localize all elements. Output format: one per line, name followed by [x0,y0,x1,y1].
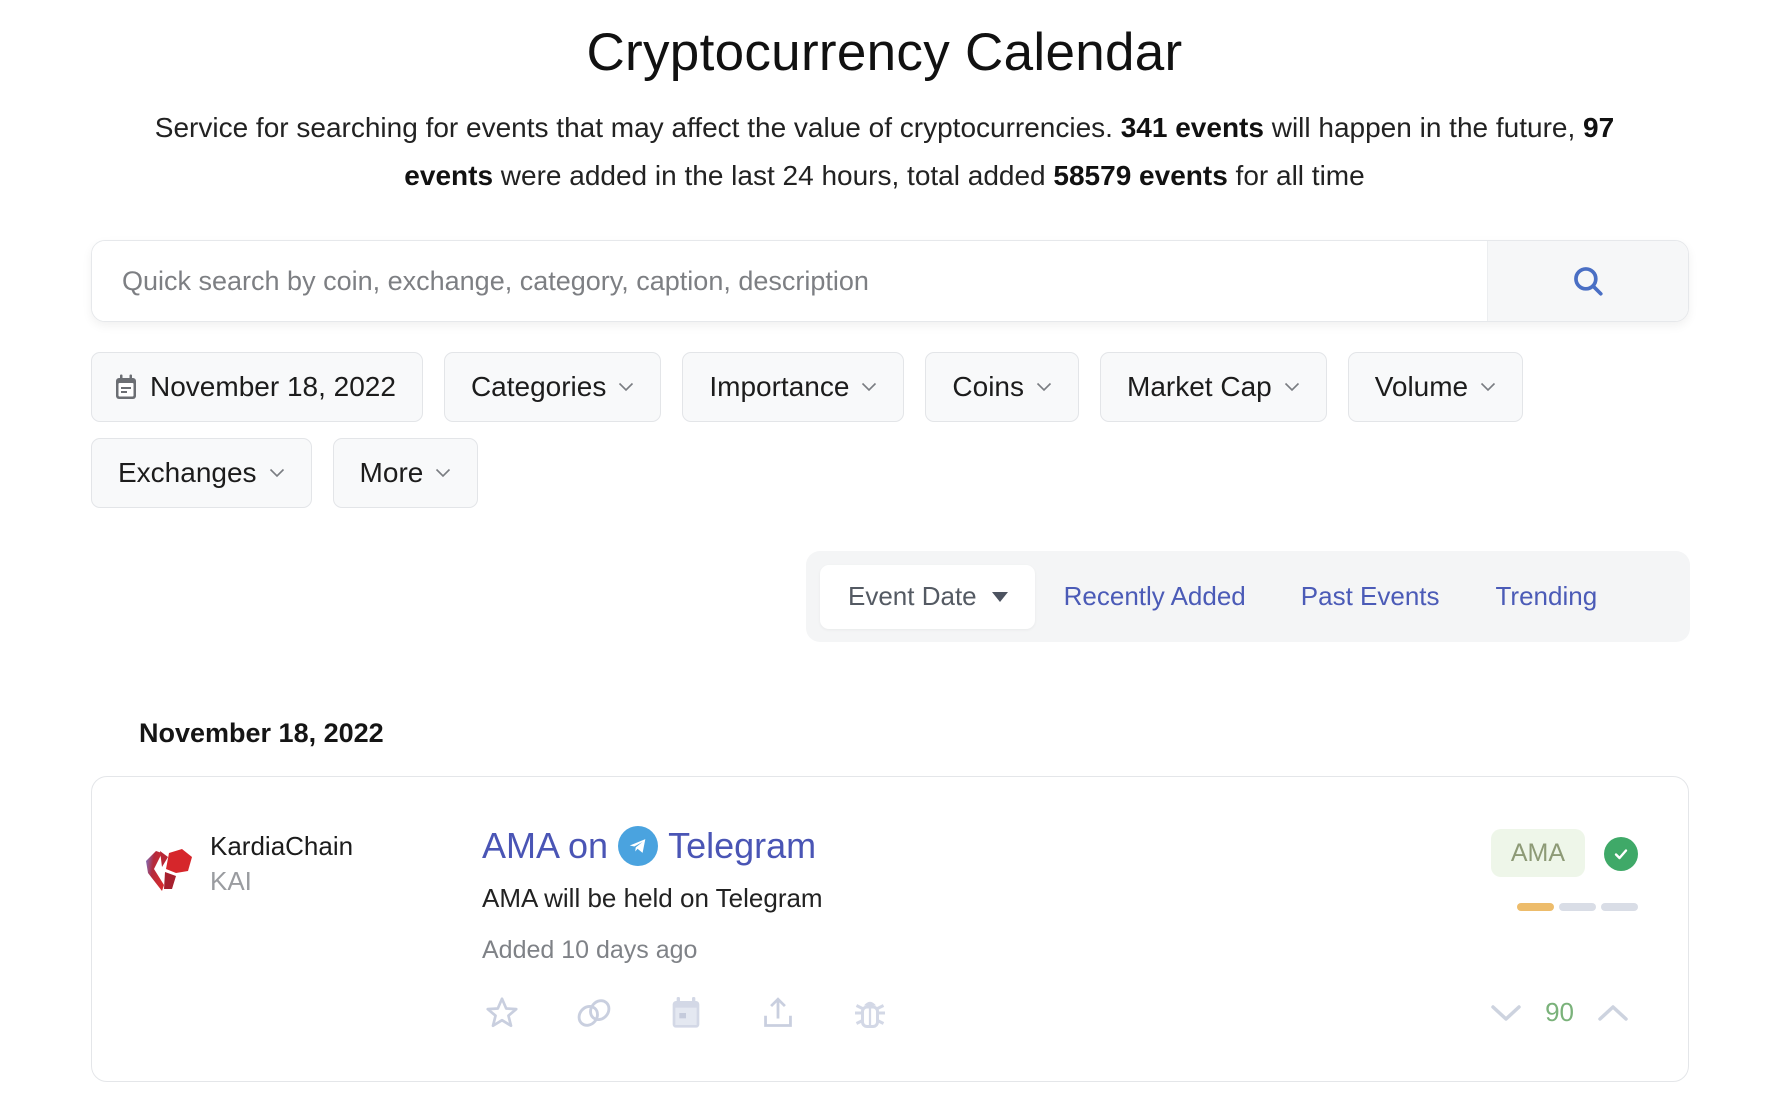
search-icon [1574,267,1603,296]
chevron-down-icon [1491,1004,1521,1021]
share-button[interactable] [758,993,798,1033]
exchanges-filter-button[interactable]: Exchanges [91,438,312,508]
categories-filter-button[interactable]: Categories [443,352,662,422]
chevron-down-icon [1036,382,1052,392]
importance-segment [1601,903,1638,911]
chevron-down-icon [269,468,284,478]
market-cap-filter-button[interactable]: Market Cap [1100,352,1327,422]
favorite-button[interactable] [482,993,522,1033]
total-events-count: 58579 events [1053,160,1228,191]
importance-filter-label: Importance [709,371,850,402]
tab-label: Trending [1495,581,1598,611]
search-button[interactable] [1487,241,1688,321]
kardiachain-logo-icon [146,849,192,891]
event-title-prefix: AMA on [482,825,609,866]
category-badge[interactable]: AMA [1490,829,1585,877]
event-title-platform: Telegram [668,825,817,866]
date-filter-label: November 18, 2022 [150,371,396,402]
market-cap-filter-label: Market Cap [1127,371,1272,402]
coin-symbol: KAI [210,866,252,896]
vote-count: 90 [1545,997,1574,1027]
chevron-down-icon [436,468,451,478]
sort-tabs: Event Date Recently Added Past Events Tr… [806,551,1690,642]
telegram-icon [618,826,659,866]
tab-event-date[interactable]: Event Date [820,564,1035,629]
calendar-icon [116,374,136,399]
event-body: AMA on Telegram AMA will be held on Tele… [482,825,823,965]
star-icon [486,997,518,1028]
search-bar [91,240,1689,322]
tab-recently-added[interactable]: Recently Added [1035,565,1273,629]
description-text: will happen in the future, [1263,112,1584,143]
importance-filter-button[interactable]: Importance [682,352,905,422]
date-filter-button[interactable]: November 18, 2022 [91,352,423,422]
event-description: AMA will be held on Telegram [482,883,823,913]
filter-bar: November 18, 2022 Categories Importance … [91,352,1711,508]
chevron-up-icon [1598,1004,1628,1021]
add-to-calendar-button[interactable] [666,993,706,1033]
volume-filter-label: Volume [1374,371,1469,402]
page-description: Service for searching for events that ma… [110,104,1659,200]
more-filter-button[interactable]: More [332,438,479,508]
importance-indicator [1517,903,1638,911]
volume-filter-button[interactable]: Volume [1347,352,1524,422]
coins-filter-button[interactable]: Coins [925,352,1080,422]
future-events-count: 341 events [1120,112,1264,143]
description-text: Service for searching for events that ma… [154,112,1121,143]
report-bug-button[interactable] [850,993,890,1033]
calendar-add-icon [672,997,700,1028]
exchanges-filter-label: Exchanges [118,457,257,488]
chevron-down-icon [619,382,634,392]
categories-filter-label: Categories [470,371,607,402]
link-icon [577,999,611,1027]
coin-info[interactable]: KardiaChain KAI [142,829,353,899]
event-actions [482,993,890,1033]
coins-filter-label: Coins [952,371,1025,402]
tab-label: Recently Added [1063,581,1246,611]
search-input[interactable] [92,241,1487,321]
event-title-link[interactable]: AMA on Telegram [482,825,823,867]
description-text: were added in the last 24 hours, total a… [493,160,1054,191]
chevron-down-icon [1284,382,1299,392]
coin-name: KardiaChain [210,831,354,861]
tab-label: Event Date [848,581,977,611]
caret-down-icon [991,591,1008,602]
downvote-button[interactable] [1489,999,1523,1027]
more-filter-label: More [359,457,424,488]
chevron-down-icon [1481,382,1496,392]
chevron-down-icon [862,382,877,392]
importance-segment [1517,903,1554,911]
events-date-heading: November 18, 2022 [139,718,384,748]
verified-icon [1604,837,1638,871]
vote-control: 90 [1489,997,1630,1028]
event-added-time: Added 10 days ago [482,936,698,964]
description-text: for all time [1227,160,1365,191]
event-card: KardiaChain KAI AMA on Telegram AMA will… [91,776,1689,1082]
tab-label: Past Events [1300,581,1440,611]
copy-link-button[interactable] [574,993,614,1033]
upvote-button[interactable] [1596,999,1630,1027]
tab-trending[interactable]: Trending [1468,565,1626,629]
bug-report-icon [855,1001,885,1028]
importance-segment [1559,903,1596,911]
page-title: Cryptocurrency Calendar [586,23,1183,82]
share-icon [764,997,792,1027]
tab-past-events[interactable]: Past Events [1273,565,1468,629]
